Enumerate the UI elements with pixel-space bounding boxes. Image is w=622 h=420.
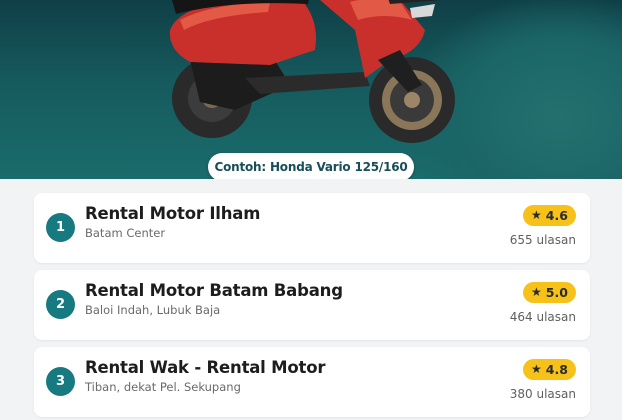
- rental-name: Rental Motor Batam Babang: [85, 281, 343, 300]
- rental-name: Rental Motor Ilham: [85, 204, 261, 223]
- star-icon: ★: [531, 361, 542, 376]
- review-count: 464 ulasan: [509, 310, 576, 324]
- rental-list: 1 Rental Motor Ilham Batam Center ★ 4.6 …: [0, 179, 622, 420]
- rental-card[interactable]: 3 Rental Wak - Rental Motor Tiban, dekat…: [34, 347, 590, 417]
- rating-badge: ★ 5.0: [523, 282, 576, 303]
- rating-badge: ★ 4.6: [523, 205, 576, 226]
- rating-value: 4.8: [545, 362, 568, 377]
- review-count: 655 ulasan: [509, 233, 576, 247]
- rental-location: Tiban, dekat Pel. Sekupang: [85, 380, 241, 394]
- scooter-image: [169, 0, 455, 143]
- star-icon: ★: [531, 207, 542, 222]
- rental-name: Rental Wak - Rental Motor: [85, 358, 326, 377]
- rating-value: 4.6: [545, 208, 568, 223]
- review-count: 380 ulasan: [509, 387, 576, 401]
- rating-value: 5.0: [545, 285, 568, 300]
- star-icon: ★: [531, 284, 542, 299]
- rental-card[interactable]: 1 Rental Motor Ilham Batam Center ★ 4.6 …: [34, 193, 590, 263]
- rank-badge: 1: [46, 213, 75, 242]
- rating-badge: ★ 4.8: [523, 359, 576, 380]
- rental-card[interactable]: 2 Rental Motor Batam Babang Baloi Indah,…: [34, 270, 590, 340]
- hero-banner: Contoh: Honda Vario 125/160: [0, 0, 622, 179]
- rank-badge: 2: [46, 290, 75, 319]
- example-caption-pill: Contoh: Honda Vario 125/160: [208, 153, 414, 179]
- rental-location: Baloi Indah, Lubuk Baja: [85, 303, 221, 317]
- rental-location: Batam Center: [85, 226, 166, 240]
- rank-badge: 3: [46, 367, 75, 396]
